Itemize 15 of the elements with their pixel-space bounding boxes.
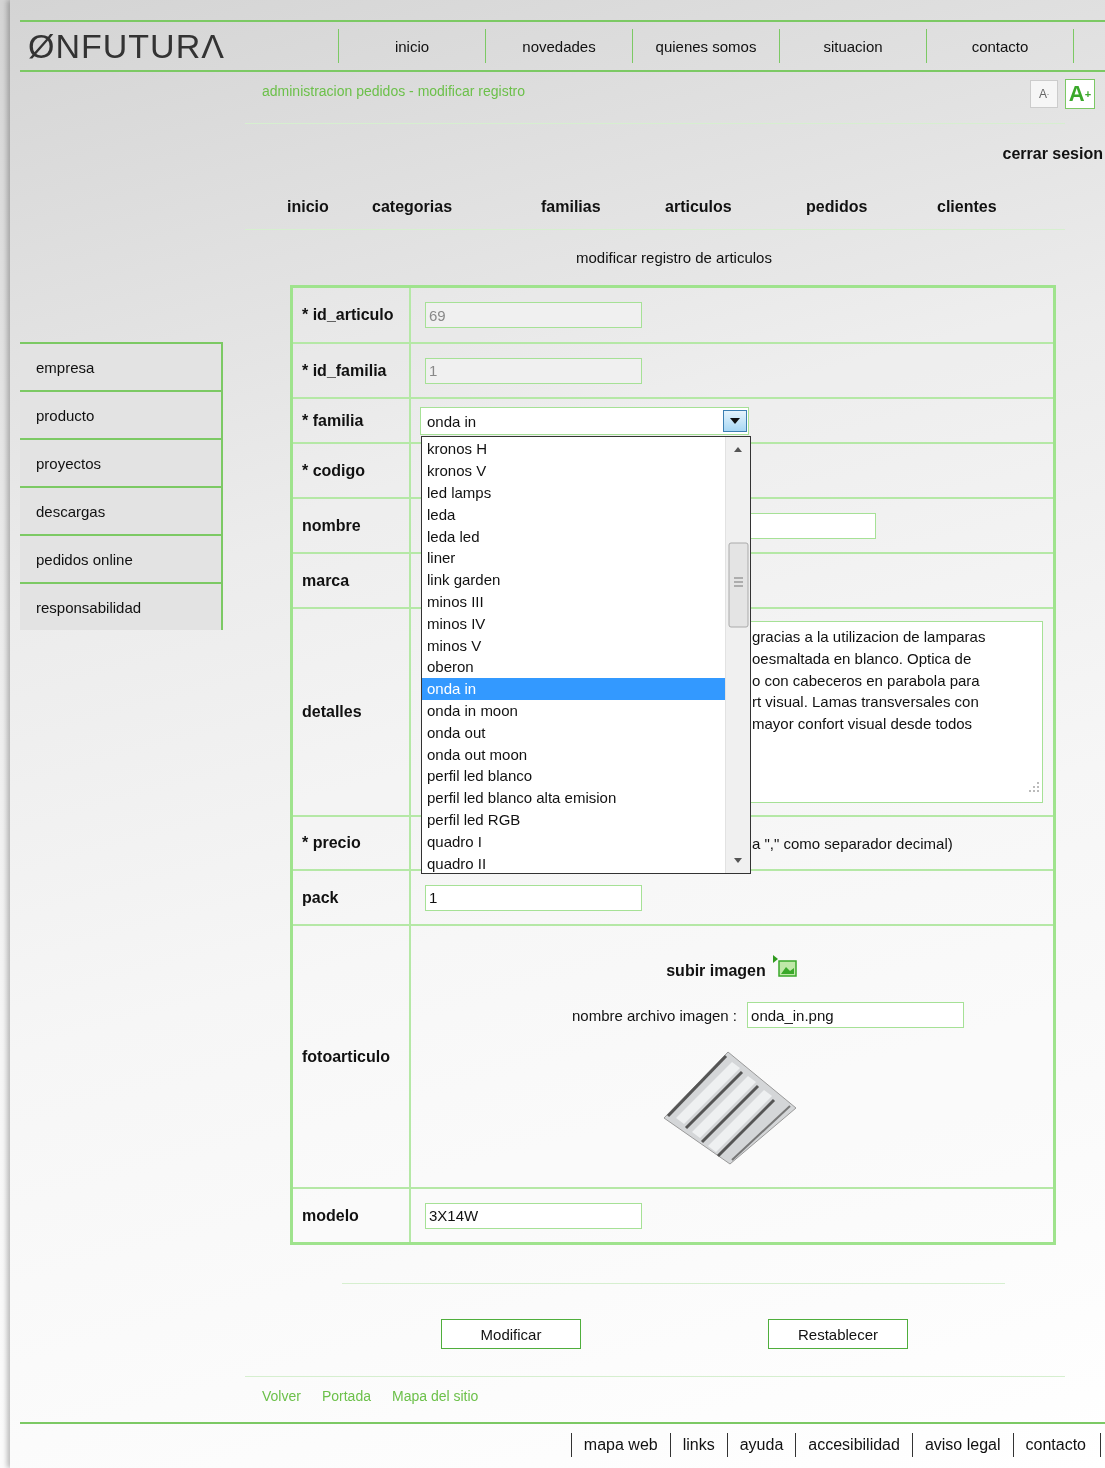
field-label: fotoarticulo xyxy=(293,926,411,1187)
field-label: modelo xyxy=(293,1189,411,1242)
field-label: nombre archivo imagen : xyxy=(571,1006,738,1024)
hint-text: a "," como separador decimal) xyxy=(752,834,953,852)
field-label: pack xyxy=(293,871,411,924)
field-label: * codigo xyxy=(293,444,411,497)
field-label: marca xyxy=(293,554,411,607)
field-label: * precio xyxy=(293,817,411,869)
field-label: * id_articulo xyxy=(293,288,411,342)
breadcrumb: administracion pedidos - modificar registro xyxy=(261,82,525,99)
field-label: * familia xyxy=(293,399,411,442)
field-label: nombre xyxy=(293,499,411,552)
page-title: modificar registro de articulos xyxy=(576,249,772,266)
field-label: detalles xyxy=(293,609,411,815)
field-label: * id_familia xyxy=(293,344,411,397)
